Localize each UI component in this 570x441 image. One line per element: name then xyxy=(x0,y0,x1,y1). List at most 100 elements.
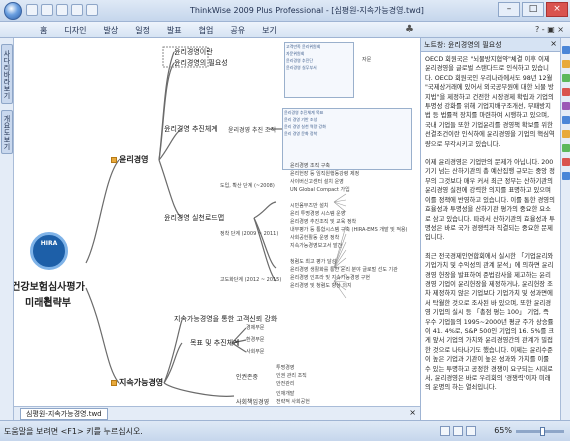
phase2-item[interactable]: 윤리 투명경영 시스템 운영 xyxy=(290,210,345,217)
tab-outline-view[interactable]: 개요도보기 xyxy=(1,110,13,154)
ribbon-bar: 홈 디자인 발상 일정 발표 협업 공유 보기 ♣ ? - ▣ × xyxy=(0,22,570,38)
minimize-button[interactable]: – xyxy=(498,2,520,17)
phase1-item[interactable]: 윤리헌장 등 임직원행동강령 제정 xyxy=(290,170,359,177)
close-button[interactable]: × xyxy=(546,2,568,17)
branch-ethics-roadmap[interactable]: 윤리경영 실천로드맵 xyxy=(164,213,224,223)
thumb-item: 윤리 경영 문화 정착 xyxy=(284,131,318,136)
app-orb-icon[interactable] xyxy=(4,2,22,20)
task-icon[interactable] xyxy=(562,46,570,54)
flag-icon[interactable] xyxy=(562,88,570,96)
thumb-item: 윤리경영 추진체계 목표 xyxy=(284,110,324,115)
quick-access-toolbar xyxy=(26,4,98,16)
style-icon[interactable]: ♣ xyxy=(405,24,414,35)
attach-icon[interactable] xyxy=(562,116,570,124)
tab-ladder-view[interactable]: 사다리바라보기 xyxy=(1,44,13,104)
branch-goals-system[interactable]: 목표 및 추진체계 xyxy=(190,338,240,348)
human-rights-item[interactable]: 인권 관리 조직 xyxy=(276,372,307,379)
save-icon[interactable] xyxy=(56,4,68,16)
phase1-item[interactable]: UN Global Compact 가입 xyxy=(290,186,350,193)
node-environment[interactable]: 환경부문 xyxy=(246,336,264,343)
phase2-item[interactable]: 사회공헌활동 운영 정착 xyxy=(290,234,339,241)
redo-icon[interactable] xyxy=(86,4,98,16)
phase-advance[interactable]: 고도화단계 (2012 ~ 2015) xyxy=(220,276,281,283)
org-chart-thumbnail[interactable]: 고객만족 윤리위원회 자문위원회 윤리경영 추진단 윤리경영 실무부서 xyxy=(284,42,354,98)
outline-view-icon[interactable] xyxy=(453,426,463,436)
tab-view[interactable]: 보기 xyxy=(262,25,277,36)
link-icon[interactable] xyxy=(562,102,570,110)
check-icon[interactable] xyxy=(562,74,570,82)
priority-icon[interactable] xyxy=(562,158,570,166)
thumb-item: 윤리경영 추진단 xyxy=(286,58,314,63)
phase1-item[interactable]: 윤리경영 조직 구축 xyxy=(290,162,330,169)
phase-settle[interactable]: 정착 단계 (2009 ~ 2011) xyxy=(220,230,278,237)
new-doc-icon[interactable] xyxy=(26,4,38,16)
branch-ethics-system[interactable]: 윤리경영 추진체계 xyxy=(164,124,218,134)
mindmap-canvas[interactable]: 윤리경영이란 윤리경영의 필요성 윤리경영 윤리경영 추진체계 윤리경영 실천로… xyxy=(14,38,420,406)
document-tab[interactable]: 심평원-지속가능경영.twd xyxy=(20,408,108,420)
star-icon[interactable] xyxy=(562,130,570,138)
phase2-item[interactable]: 지속가능경영보고서 발간 xyxy=(290,242,342,249)
zoom-level: 65% xyxy=(494,426,512,435)
phase2-item[interactable]: 내부평가 등 통합시스템 구축 (HIRA-EMS 개발 및 적용) xyxy=(290,226,408,233)
open-icon[interactable] xyxy=(41,4,53,16)
normal-view-icon[interactable] xyxy=(440,426,450,436)
fit-view-icon[interactable] xyxy=(466,426,476,436)
close-icon[interactable]: × xyxy=(550,39,557,48)
phase3-item[interactable]: 청렴도 최고 평가 달성 xyxy=(290,258,336,265)
phase2-item[interactable]: 윤리경영 추진조직 및 교육 정착 xyxy=(290,218,356,225)
phase1-item[interactable]: 사이버신고센터 설치 운영 xyxy=(290,178,344,185)
topic-ethics-necessity[interactable]: 윤리경영의 필요성 xyxy=(174,58,228,68)
calendar-icon[interactable] xyxy=(562,144,570,152)
main-topic-sustainability-label: 지속가능경영 xyxy=(119,378,164,387)
tab-share[interactable]: 공유 xyxy=(230,25,245,36)
tab-home[interactable]: 홈 xyxy=(40,25,47,36)
close-icon[interactable]: × xyxy=(409,408,416,417)
thumb-item: 윤리 경영 기반 조성 xyxy=(284,117,318,122)
zoom-slider[interactable] xyxy=(516,427,564,436)
phase3-item[interactable]: 윤리경영 생활화를 통한 윤리 분야 글로벌 선도 기관 xyxy=(290,266,398,273)
topic-ethics-definition[interactable]: 윤리경영이란 xyxy=(174,47,213,57)
node-human-rights[interactable]: 인권존중 xyxy=(236,372,258,381)
undo-icon[interactable] xyxy=(71,4,83,16)
phase3-item[interactable]: 윤리경영 인프라 및 지속가능경영 구현 xyxy=(290,274,370,281)
central-topic[interactable]: HIRA 건강보험심사평가원 미래전략부 xyxy=(14,226,88,324)
main-topic-sustainability[interactable]: 지속가능경영 xyxy=(111,377,163,388)
phase2-item[interactable]: 시민옴부즈만 설치 xyxy=(290,202,328,209)
tab-ideation[interactable]: 발상 xyxy=(103,25,118,36)
notes-header: 노트창: 윤리경영의 필요성 × xyxy=(421,38,560,52)
image-icon[interactable] xyxy=(562,172,570,180)
phase3-item[interactable]: 윤리경영 및 청렴도 향상 의지 xyxy=(290,282,352,289)
main-topic-ethics[interactable]: 윤리경영 xyxy=(111,154,148,165)
notes-pane: 노트창: 윤리경영의 필요성 × OECD 회원국은 "뇌물방지협약"체결 이후… xyxy=(420,38,560,420)
thumb-item: 고객만족 윤리위원회 xyxy=(286,44,321,49)
node-social-responsibility[interactable]: 사회책임경영 xyxy=(236,397,269,406)
social-item[interactable]: 전략적 사회공헌 xyxy=(276,398,310,405)
tab-design[interactable]: 디자인 xyxy=(64,25,86,36)
tab-schedule[interactable]: 일정 xyxy=(135,25,150,36)
tab-present[interactable]: 발표 xyxy=(167,25,182,36)
notes-paragraph: 이제 윤리경영은 기업만의 문제가 아닙니다. 200기기 넘는 산하기관의 총… xyxy=(425,159,555,242)
folder-icon xyxy=(111,156,117,163)
help-controls[interactable]: ? - ▣ × xyxy=(535,25,564,34)
notes-title: 노트창: 윤리경영의 필요성 xyxy=(424,41,502,49)
hira-logo xyxy=(30,232,68,270)
node-economic[interactable]: 경제부문 xyxy=(246,324,264,331)
window-controls: – □ × xyxy=(498,2,568,17)
notes-text-area[interactable]: OECD 회원국은 "뇌물방지협약"체결 이후 이제 윤리경영을 글로벌 스탠다… xyxy=(421,52,560,418)
node-ethics-organization[interactable]: 윤리경영 추진 조직 xyxy=(228,125,276,134)
human-rights-item[interactable]: 안전관리 xyxy=(276,380,294,387)
human-rights-item[interactable]: 투명경영 xyxy=(276,364,294,371)
status-help-text: 도움말을 보려면 <F1> 키를 누르십시오. xyxy=(4,427,143,436)
phase-intro[interactable]: 도입, 확산 단계 (~2008) xyxy=(220,182,275,189)
tab-collaborate[interactable]: 협업 xyxy=(199,25,214,36)
note-icon[interactable] xyxy=(562,60,570,68)
social-item[interactable]: 인재개발 xyxy=(276,390,294,397)
system-diagram-thumbnail[interactable]: 윤리경영 추진체계 목표 윤리 경영 기반 조성 윤리 경영 실천 역량 강화 … xyxy=(282,108,412,170)
notes-paragraph: 최근 전국경제인연합회에서 실시한 「기업윤리와 기업가치 및 수익성의 관계 … xyxy=(425,252,555,392)
status-bar: 도움말을 보려면 <F1> 키를 누르십시오. 65% xyxy=(0,420,570,441)
node-social[interactable]: 사회부문 xyxy=(246,348,264,355)
branch-customer-trust[interactable]: 지속가능경영을 통한 고객신뢰 강화 xyxy=(174,314,277,324)
zoom-slider-handle[interactable] xyxy=(540,427,545,436)
hira-logo-text: HIRA xyxy=(40,240,58,247)
maximize-button[interactable]: □ xyxy=(522,2,544,17)
